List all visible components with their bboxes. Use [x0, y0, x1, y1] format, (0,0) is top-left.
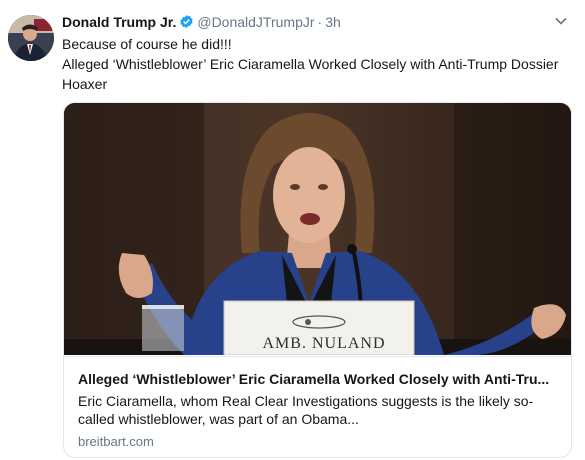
- tweet-timestamp[interactable]: 3h: [325, 14, 341, 30]
- tweet-header: Donald Trump Jr. @DonaldJTrumpJr · 3h: [62, 13, 341, 33]
- separator-dot: ·: [317, 14, 323, 30]
- card-title[interactable]: Alleged ‘Whistleblower’ Eric Ciaramella …: [78, 370, 558, 388]
- author-handle[interactable]: @DonaldJTrumpJr: [197, 14, 314, 30]
- verified-badge-icon: [179, 14, 194, 33]
- card-domain[interactable]: breitbart.com: [78, 434, 154, 450]
- name-plate-text: AMB. NULAND: [262, 335, 386, 352]
- card-image[interactable]: AMB. NULAND: [64, 103, 571, 355]
- chevron-down-icon[interactable]: [554, 14, 568, 28]
- author-avatar[interactable]: [8, 15, 54, 61]
- tweet-text: Because of course he did!!! Alleged ‘Whi…: [62, 34, 572, 94]
- author-name[interactable]: Donald Trump Jr.: [62, 14, 176, 30]
- link-preview-card[interactable]: AMB. NULAND Alleged ‘Whistleblower’ Eric…: [63, 102, 572, 458]
- card-body[interactable]: Alleged ‘Whistleblower’ Eric Ciaramella …: [64, 356, 571, 457]
- tweet-text-line: Because of course he did!!!: [62, 36, 232, 52]
- tweet-text-line: Alleged ‘Whistleblower’ Eric Ciaramella …: [62, 56, 559, 92]
- tweet: Donald Trump Jr. @DonaldJTrumpJr · 3h Becau…: [0, 0, 585, 460]
- card-description: Eric Ciaramella, whom Real Clear Investi…: [78, 393, 534, 427]
